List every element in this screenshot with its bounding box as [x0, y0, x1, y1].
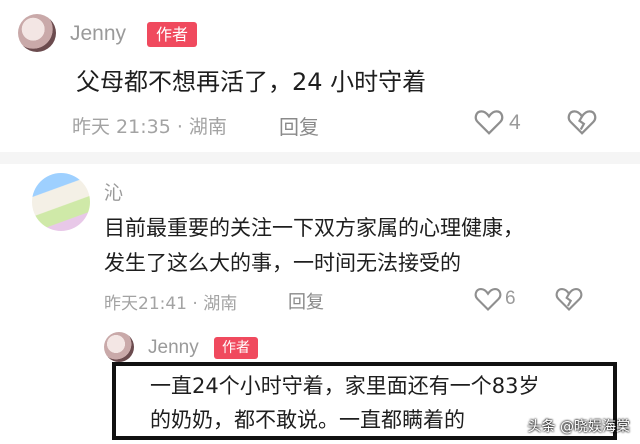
- comment-time-location: 昨天 21:35 · 湖南: [72, 116, 227, 138]
- reply-button[interactable]: 回复: [288, 288, 324, 314]
- avatar[interactable]: [18, 14, 56, 52]
- comment-text-line: 发生了这么大的事，一时间无法接受的: [104, 251, 461, 275]
- broken-heart-icon[interactable]: [555, 286, 583, 312]
- like-count: 6: [505, 288, 516, 309]
- author-badge: 作者: [214, 337, 258, 359]
- avatar[interactable]: [104, 332, 134, 362]
- comment-text-line: 目前最重要的关注一下双方家属的心理健康，: [104, 216, 524, 240]
- avatar[interactable]: [32, 173, 90, 231]
- comment-text-line: 一直24个小时守着，家里面还有一个83岁: [150, 374, 540, 398]
- heart-outline-icon[interactable]: [474, 108, 504, 136]
- watermark: 头条 @晓娱海棠: [527, 419, 630, 435]
- reply-button[interactable]: 回复: [279, 111, 319, 140]
- section-divider: [0, 152, 640, 164]
- author-badge: 作者: [147, 22, 197, 47]
- comment-time-location: 昨天21:41 · 湖南: [104, 294, 238, 314]
- like-count: 4: [509, 111, 521, 134]
- comment-text: 父母都不想再活了，24 小时守着: [76, 68, 427, 96]
- author-name[interactable]: Jenny: [70, 22, 126, 46]
- comment-text-line: 的奶奶，都不敢说。一直都瞒着的: [150, 408, 465, 432]
- broken-heart-icon[interactable]: [567, 108, 597, 136]
- author-name[interactable]: Jenny: [148, 337, 199, 359]
- heart-outline-icon[interactable]: [474, 286, 502, 312]
- author-name[interactable]: 沁: [104, 178, 123, 205]
